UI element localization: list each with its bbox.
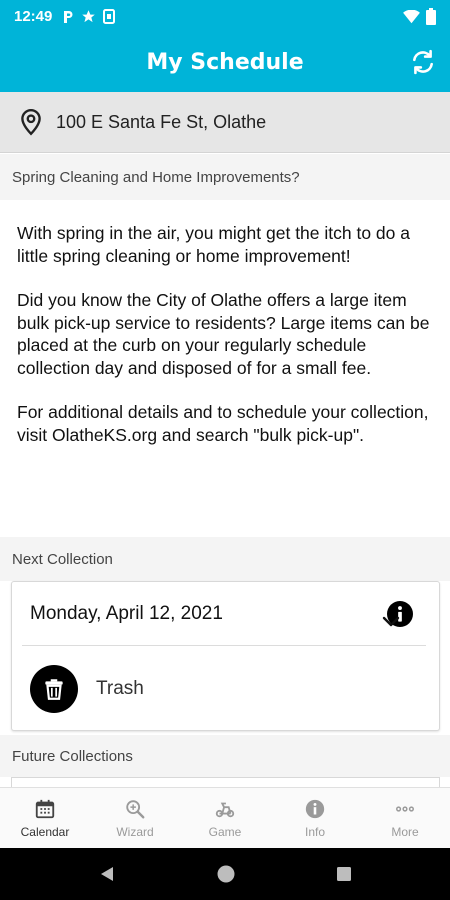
address-bar[interactable]: 100 E Santa Fe St, Olathe	[0, 92, 450, 153]
address-text: 100 E Santa Fe St, Olathe	[56, 111, 267, 132]
battery-icon	[426, 8, 436, 25]
star-icon	[82, 10, 96, 23]
trash-bin-icon	[30, 665, 78, 713]
collection-date-row: Monday, April 12, 2021	[12, 582, 439, 645]
collection-date: Monday, April 12, 2021	[30, 602, 223, 624]
future-collections-card	[11, 777, 440, 787]
bottom-nav: Calendar Wizard Game Info More	[0, 787, 450, 848]
nav-label: Wizard	[116, 824, 154, 839]
news-paragraph: Did you know the City of Olathe offers a…	[17, 290, 430, 378]
refresh-icon[interactable]	[410, 49, 436, 75]
wifi-icon	[403, 9, 420, 23]
future-collections-label: Future Collections	[0, 735, 450, 777]
location-pin-icon	[21, 108, 41, 136]
calendar-icon	[35, 799, 55, 818]
news-paragraph: With spring in the air, you might get th…	[17, 223, 410, 266]
nav-item-more[interactable]: More	[360, 788, 450, 848]
nav-label: Calendar	[20, 824, 70, 839]
info-icon	[305, 799, 325, 818]
nav-item-calendar[interactable]: Calendar	[0, 788, 90, 848]
recents-icon[interactable]	[336, 866, 352, 882]
page-title: My Schedule	[146, 50, 304, 75]
back-icon[interactable]	[98, 865, 116, 883]
game-icon	[215, 802, 235, 817]
next-collection-card: Monday, April 12, 2021 Trash	[11, 581, 440, 731]
nav-item-info[interactable]: Info	[270, 788, 360, 848]
news-heading: Spring Cleaning and Home Improvements?	[0, 154, 450, 200]
nav-label: More	[391, 824, 419, 839]
news-paragraph: For additional details and to schedule y…	[17, 402, 429, 445]
collection-item-label: Trash	[96, 678, 144, 699]
nav-item-wizard[interactable]: Wizard	[90, 788, 180, 848]
status-bar: 12:49	[0, 0, 450, 33]
app-bar: My Schedule	[0, 33, 450, 92]
sim-icon	[103, 9, 116, 24]
nav-label: Info	[304, 824, 325, 839]
next-collection-label: Next Collection	[0, 537, 450, 581]
parking-icon	[64, 10, 73, 23]
news-body: With spring in the air, you might get th…	[0, 200, 450, 537]
system-nav-bar	[0, 848, 450, 900]
wizard-search-icon	[126, 799, 145, 818]
nav-item-game[interactable]: Game	[180, 788, 270, 848]
nav-label: Game	[208, 824, 242, 839]
chevron-down-icon[interactable]	[381, 615, 401, 629]
home-icon[interactable]	[216, 864, 236, 884]
status-time: 12:49	[14, 8, 53, 25]
collection-item-trash[interactable]: Trash	[12, 646, 439, 732]
more-icon	[396, 805, 414, 812]
